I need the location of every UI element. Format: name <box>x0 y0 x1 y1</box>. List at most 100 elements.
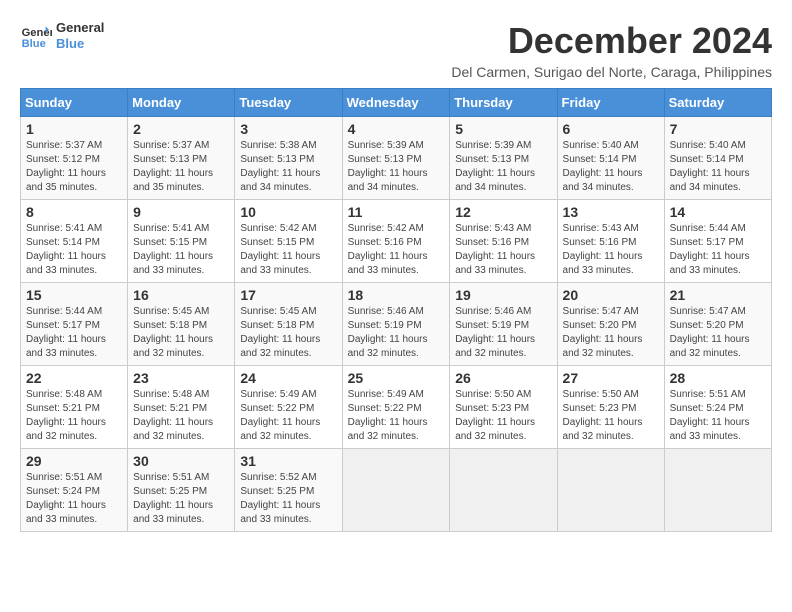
day-number: 31 <box>240 453 336 469</box>
calendar-cell: 26 Sunrise: 5:50 AMSunset: 5:23 PMDayligh… <box>450 366 557 449</box>
day-number: 17 <box>240 287 336 303</box>
calendar-cell: 2 Sunrise: 5:37 AMSunset: 5:13 PMDaylight… <box>128 117 235 200</box>
day-info: Sunrise: 5:39 AMSunset: 5:13 PMDaylight:… <box>455 139 551 195</box>
calendar-cell: 27 Sunrise: 5:50 AMSunset: 5:23 PMDayligh… <box>557 366 664 449</box>
calendar-cell: 4 Sunrise: 5:39 AMSunset: 5:13 PMDaylight… <box>342 117 450 200</box>
day-number: 7 <box>670 121 766 137</box>
day-number: 2 <box>133 121 229 137</box>
day-number: 4 <box>348 121 445 137</box>
calendar-cell <box>342 449 450 532</box>
day-info: Sunrise: 5:51 AMSunset: 5:24 PMDaylight:… <box>26 471 122 527</box>
calendar-cell: 20 Sunrise: 5:47 AMSunset: 5:20 PMDayligh… <box>557 283 664 366</box>
day-number: 26 <box>455 370 551 386</box>
calendar-cell: 25Sunrise: 5:49 AMSunset: 5:22 PMDayligh… <box>342 366 450 449</box>
calendar-cell <box>664 449 771 532</box>
calendar-cell: 31 Sunrise: 5:52 AMSunset: 5:25 PMDayligh… <box>235 449 342 532</box>
calendar-cell: 23 Sunrise: 5:48 AMSunset: 5:21 PMDayligh… <box>128 366 235 449</box>
day-info: Sunrise: 5:52 AMSunset: 5:25 PMDaylight:… <box>240 471 336 527</box>
logo-line1: General <box>56 20 104 36</box>
day-number: 27 <box>563 370 659 386</box>
page-header: General Blue General Blue December 2024 … <box>20 20 772 80</box>
day-number: 29 <box>26 453 122 469</box>
calendar-week-3: 15 Sunrise: 5:44 AMSunset: 5:17 PMDayligh… <box>21 283 772 366</box>
calendar-cell: 30 Sunrise: 5:51 AMSunset: 5:25 PMDayligh… <box>128 449 235 532</box>
day-info: Sunrise: 5:37 AMSunset: 5:12 PMDaylight:… <box>26 139 122 195</box>
calendar-cell: 9 Sunrise: 5:41 AMSunset: 5:15 PMDaylight… <box>128 200 235 283</box>
day-info: Sunrise: 5:39 AMSunset: 5:13 PMDaylight:… <box>348 139 445 195</box>
calendar-cell: 8 Sunrise: 5:41 AMSunset: 5:14 PMDaylight… <box>21 200 128 283</box>
calendar-table: Sunday Monday Tuesday Wednesday Thursday… <box>20 88 772 532</box>
calendar-cell: 18 Sunrise: 5:46 AMSunset: 5:19 PMDayligh… <box>342 283 450 366</box>
header-row: Sunday Monday Tuesday Wednesday Thursday… <box>21 89 772 117</box>
calendar-week-1: 1 Sunrise: 5:37 AMSunset: 5:12 PMDaylight… <box>21 117 772 200</box>
calendar-cell: 1 Sunrise: 5:37 AMSunset: 5:12 PMDaylight… <box>21 117 128 200</box>
day-number: 23 <box>133 370 229 386</box>
calendar-week-5: 29 Sunrise: 5:51 AMSunset: 5:24 PMDayligh… <box>21 449 772 532</box>
day-number: 5 <box>455 121 551 137</box>
day-info: Sunrise: 5:46 AMSunset: 5:19 PMDaylight:… <box>348 305 445 361</box>
calendar-cell: 15 Sunrise: 5:44 AMSunset: 5:17 PMDayligh… <box>21 283 128 366</box>
day-info: Sunrise: 5:48 AMSunset: 5:21 PMDaylight:… <box>133 388 229 444</box>
calendar-cell: 14Sunrise: 5:44 AMSunset: 5:17 PMDayligh… <box>664 200 771 283</box>
day-number: 15 <box>26 287 122 303</box>
day-number: 11 <box>348 204 445 220</box>
day-info: Sunrise: 5:50 AMSunset: 5:23 PMDaylight:… <box>455 388 551 444</box>
calendar-cell: 17 Sunrise: 5:45 AMSunset: 5:18 PMDayligh… <box>235 283 342 366</box>
calendar-cell: 22Sunrise: 5:48 AMSunset: 5:21 PMDayligh… <box>21 366 128 449</box>
day-number: 20 <box>563 287 659 303</box>
calendar-week-4: 22 Sunrise: 5:48 AMSunset: 5:21 PMDayligh… <box>21 366 772 449</box>
day-number: 18 <box>348 287 445 303</box>
logo-line2: Blue <box>56 36 104 52</box>
day-info: Sunrise: 5:37 AMSunset: 5:13 PMDaylight:… <box>133 139 229 195</box>
day-info: Sunrise: 5:40 AMSunset: 5:14 PMDaylight:… <box>670 139 766 195</box>
day-info: Sunrise: 5:43 AMSunset: 5:16 PMDaylight:… <box>455 222 551 278</box>
calendar-cell: 28Sunrise: 5:51 AMSunset: 5:24 PMDayligh… <box>664 366 771 449</box>
col-tuesday: Tuesday <box>235 89 342 117</box>
col-sunday: Sunday <box>21 89 128 117</box>
calendar-cell: 12Sunrise: 5:43 AMSunset: 5:16 PMDayligh… <box>450 200 557 283</box>
day-info: Sunrise: 5:47 AMSunset: 5:20 PMDaylight:… <box>563 305 659 361</box>
day-info: Sunrise: 5:44 AMSunset: 5:17 PMDaylight:… <box>26 305 122 361</box>
col-friday: Friday <box>557 89 664 117</box>
col-thursday: Thursday <box>450 89 557 117</box>
day-number: 19 <box>455 287 551 303</box>
calendar-cell: 24Sunrise: 5:49 AMSunset: 5:22 PMDayligh… <box>235 366 342 449</box>
month-title: December 2024 <box>451 20 772 62</box>
calendar-cell: 16Sunrise: 5:45 AMSunset: 5:18 PMDayligh… <box>128 283 235 366</box>
day-info: Sunrise: 5:41 AMSunset: 5:14 PMDaylight:… <box>26 222 122 278</box>
day-info: Sunrise: 5:44 AMSunset: 5:17 PMDaylight:… <box>670 222 766 278</box>
day-number: 10 <box>240 204 336 220</box>
day-info: Sunrise: 5:43 AMSunset: 5:16 PMDaylight:… <box>563 222 659 278</box>
day-info: Sunrise: 5:38 AMSunset: 5:13 PMDaylight:… <box>240 139 336 195</box>
day-info: Sunrise: 5:49 AMSunset: 5:22 PMDaylight:… <box>348 388 445 444</box>
calendar-cell: 3Sunrise: 5:38 AMSunset: 5:13 PMDaylight… <box>235 117 342 200</box>
title-area: December 2024 Del Carmen, Surigao del No… <box>451 20 772 80</box>
calendar-cell: 29 Sunrise: 5:51 AMSunset: 5:24 PMDayligh… <box>21 449 128 532</box>
day-info: Sunrise: 5:51 AMSunset: 5:25 PMDaylight:… <box>133 471 229 527</box>
day-number: 9 <box>133 204 229 220</box>
calendar-week-2: 8 Sunrise: 5:41 AMSunset: 5:14 PMDaylight… <box>21 200 772 283</box>
day-number: 30 <box>133 453 229 469</box>
day-number: 22 <box>26 370 122 386</box>
day-info: Sunrise: 5:50 AMSunset: 5:23 PMDaylight:… <box>563 388 659 444</box>
day-info: Sunrise: 5:40 AMSunset: 5:14 PMDaylight:… <box>563 139 659 195</box>
calendar-cell: 7 Sunrise: 5:40 AMSunset: 5:14 PMDaylight… <box>664 117 771 200</box>
calendar-cell: 19Sunrise: 5:46 AMSunset: 5:19 PMDayligh… <box>450 283 557 366</box>
day-info: Sunrise: 5:42 AMSunset: 5:15 PMDaylight:… <box>240 222 336 278</box>
day-number: 6 <box>563 121 659 137</box>
day-number: 8 <box>26 204 122 220</box>
logo-icon: General Blue <box>20 20 52 52</box>
day-number: 1 <box>26 121 122 137</box>
day-info: Sunrise: 5:41 AMSunset: 5:15 PMDaylight:… <box>133 222 229 278</box>
calendar-cell: 21Sunrise: 5:47 AMSunset: 5:20 PMDayligh… <box>664 283 771 366</box>
calendar-cell <box>450 449 557 532</box>
day-info: Sunrise: 5:45 AMSunset: 5:18 PMDaylight:… <box>240 305 336 361</box>
calendar-cell: 6 Sunrise: 5:40 AMSunset: 5:14 PMDaylight… <box>557 117 664 200</box>
col-monday: Monday <box>128 89 235 117</box>
day-number: 16 <box>133 287 229 303</box>
col-wednesday: Wednesday <box>342 89 450 117</box>
calendar-cell <box>557 449 664 532</box>
col-saturday: Saturday <box>664 89 771 117</box>
day-number: 13 <box>563 204 659 220</box>
day-info: Sunrise: 5:49 AMSunset: 5:22 PMDaylight:… <box>240 388 336 444</box>
